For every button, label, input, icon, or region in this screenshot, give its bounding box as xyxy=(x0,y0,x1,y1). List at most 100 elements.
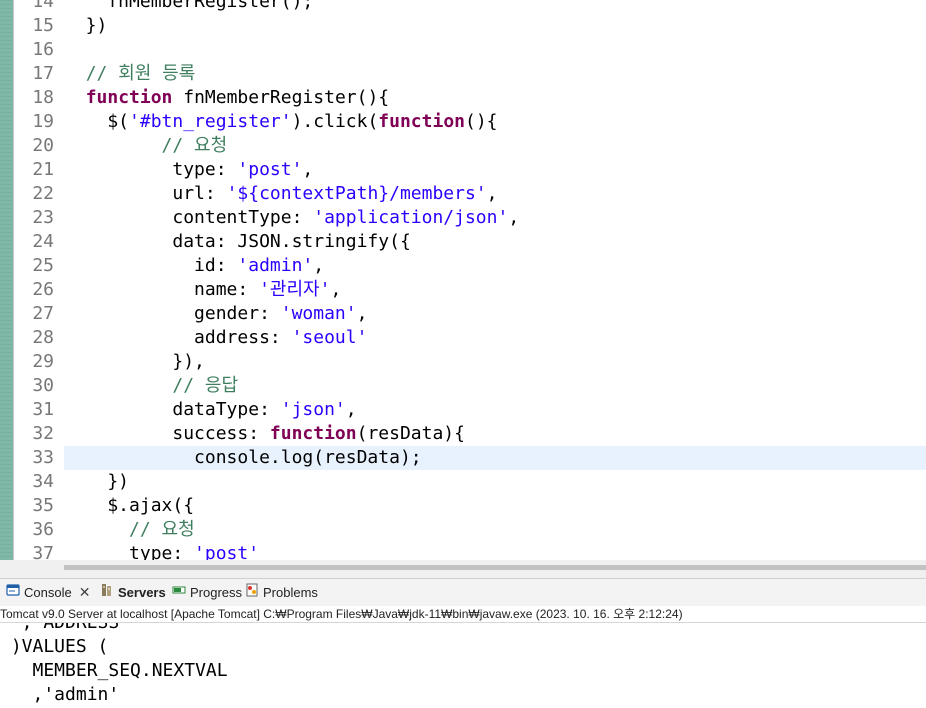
code-token: type: xyxy=(64,543,195,560)
line-number: 36 xyxy=(32,519,54,540)
line-number: 17 xyxy=(32,63,54,84)
console-line: ,'admin' xyxy=(0,684,120,705)
line-number: 23 xyxy=(32,207,54,228)
line-number: 26 xyxy=(32,279,54,300)
code-line[interactable]: 23 contentType: 'application/json', xyxy=(14,206,926,230)
string-token: 'woman' xyxy=(280,303,357,324)
code-line[interactable]: 20 // 요청 xyxy=(14,134,926,158)
code-line[interactable]: 26 name: '관리자', xyxy=(14,278,926,302)
tab-label: Servers xyxy=(118,585,166,600)
code-token: , xyxy=(508,207,520,228)
line-number: 24 xyxy=(32,231,54,252)
code-token: data: JSON.stringify({ xyxy=(64,231,411,252)
code-editor[interactable]: 14 fnMemberRegister(); 15 }) 16 17 // 회원 등록… xyxy=(0,0,926,560)
code-token: , xyxy=(356,303,368,324)
console-icon xyxy=(6,579,20,606)
comment-token: // 회원 등록 xyxy=(85,63,196,84)
keyword-token: function xyxy=(85,87,173,108)
comment-token: // 요청 xyxy=(161,135,228,156)
line-number: 35 xyxy=(32,495,54,516)
code-line[interactable]: 36 // 요청 xyxy=(14,518,926,542)
code-line[interactable]: 27 gender: 'woman', xyxy=(14,302,926,326)
problems-icon xyxy=(245,579,259,606)
string-token: '관리자' xyxy=(259,279,331,300)
code-token: (resData){ xyxy=(356,423,465,444)
code-token: $.ajax({ xyxy=(64,495,195,516)
tab-servers[interactable]: Servers xyxy=(100,579,166,606)
code-line[interactable]: 30 // 응답 xyxy=(14,374,926,398)
code-line[interactable]: 14 fnMemberRegister(); xyxy=(14,0,926,14)
string-token: 'application/json' xyxy=(313,207,509,228)
code-token: contentType: xyxy=(64,207,314,228)
close-icon[interactable]: ✕ xyxy=(79,579,91,606)
code-line[interactable]: 25 id: 'admin', xyxy=(14,254,926,278)
line-number: 28 xyxy=(32,327,54,348)
line-number: 16 xyxy=(32,39,54,60)
console-line: MEMBER_SEQ.NEXTVAL xyxy=(0,660,228,681)
code-line[interactable]: 18 function fnMemberRegister(){ xyxy=(14,86,926,110)
code-token: , xyxy=(345,399,357,420)
line-number: 19 xyxy=(32,111,54,132)
code-line[interactable]: 19 $('#btn_register').click(function(){ xyxy=(14,110,926,134)
tab-progress[interactable]: Progress xyxy=(172,579,242,606)
line-number: 14 xyxy=(32,0,54,12)
tab-label: Progress xyxy=(190,585,243,600)
comment-token: // 요청 xyxy=(129,519,195,540)
tab-console[interactable]: Console ✕ xyxy=(6,579,90,606)
line-number: 32 xyxy=(32,423,54,444)
code-token: success: xyxy=(64,423,270,444)
code-token: type: xyxy=(64,159,238,180)
code-line[interactable]: 34 }) xyxy=(14,470,926,494)
line-number: 30 xyxy=(32,375,54,396)
string-token: 'post' xyxy=(194,543,260,560)
scrollbar-thumb[interactable] xyxy=(64,565,926,570)
code-line[interactable]: 15 }) xyxy=(14,14,926,38)
keyword-token: function xyxy=(269,423,357,444)
code-line[interactable]: 28 address: 'seoul' xyxy=(14,326,926,350)
code-line[interactable]: 24 data: JSON.stringify({ xyxy=(14,230,926,254)
line-number: 15 xyxy=(32,15,54,36)
code-line[interactable]: 21 type: 'post', xyxy=(14,158,926,182)
code-token: address: xyxy=(64,327,292,348)
console-output[interactable]: , ADDRESS )VALUES ( MEMBER_SEQ.NEXTVAL ,… xyxy=(0,623,926,708)
line-number: 27 xyxy=(32,303,54,324)
line-number: 18 xyxy=(32,87,54,108)
tab-problems[interactable]: Problems xyxy=(245,579,318,606)
line-number: 33 xyxy=(32,447,54,468)
code-line[interactable]: 35 $.ajax({ xyxy=(14,494,926,518)
code-token: , xyxy=(302,159,314,180)
servers-icon xyxy=(100,579,114,606)
line-number: 20 xyxy=(32,135,54,156)
code-token: id: xyxy=(64,255,238,276)
code-token: console.log(resData); xyxy=(64,447,422,468)
code-line[interactable]: 29 }), xyxy=(14,350,926,374)
console-process-description: Tomcat v9.0 Server at localhost [Apache … xyxy=(0,606,926,623)
code-line[interactable]: 37 type: 'post' xyxy=(14,542,926,560)
code-line[interactable]: 17 // 회원 등록 xyxy=(14,62,926,86)
console-line: )VALUES ( xyxy=(0,636,109,657)
code-line[interactable]: 32 success: function(resData){ xyxy=(14,422,926,446)
line-number: 34 xyxy=(32,471,54,492)
line-number: 29 xyxy=(32,351,54,372)
comment-token: // 응답 xyxy=(172,375,239,396)
string-token: 'seoul' xyxy=(291,327,368,348)
code-token: $( xyxy=(64,111,130,132)
tab-label: Console xyxy=(24,585,72,600)
horizontal-scrollbar[interactable] xyxy=(0,560,926,578)
code-line[interactable]: 31 dataType: 'json', xyxy=(14,398,926,422)
code-line[interactable]: 22 url: '${contextPath}/members', xyxy=(14,182,926,206)
code-token: name: xyxy=(64,279,260,300)
code-token: gender: xyxy=(64,303,281,324)
progress-icon xyxy=(172,579,186,606)
code-token: }), xyxy=(64,351,205,372)
code-token: fnMemberRegister(){ xyxy=(172,87,390,108)
code-line[interactable]: 16 xyxy=(14,38,926,62)
code-line[interactable]: 33 console.log(resData); xyxy=(32,446,926,470)
line-number: 21 xyxy=(32,159,54,180)
code-token: }) xyxy=(64,471,130,492)
